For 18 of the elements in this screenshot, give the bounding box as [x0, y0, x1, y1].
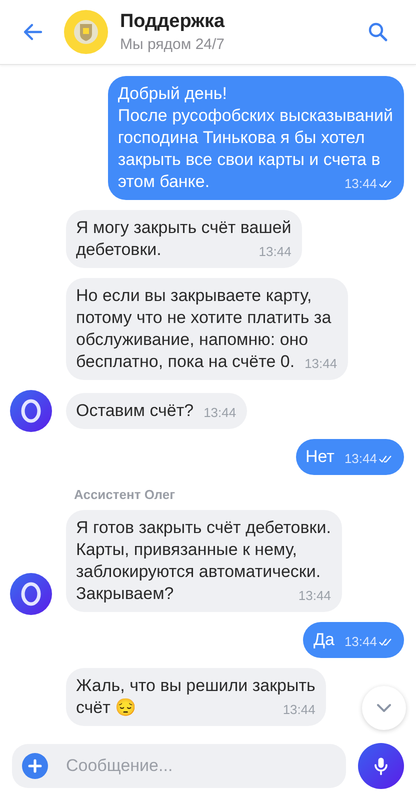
- add-attachment-icon[interactable]: [22, 753, 48, 779]
- chevron-down-icon: [376, 703, 392, 713]
- shield-logo-icon: [64, 10, 108, 54]
- sent-message: Нет 13:44: [296, 439, 404, 475]
- message-input-field[interactable]: Сообщение...: [64, 755, 308, 777]
- sender-name: Ассистент Олег: [74, 487, 176, 502]
- search-icon[interactable]: [366, 20, 390, 44]
- message-field[interactable]: Сообщение...: [12, 744, 346, 788]
- sent-message: Добрый день! После русофобских высказываний господина Тинькова я бы хотел закрыть все свои карты и счета в этом банке. 13:44: [108, 76, 404, 200]
- received-message: Я могу закрыть счёт вашей дебетовки. 13:44: [66, 210, 302, 268]
- received-message: Жаль, что вы решили закрыть счёт 😔 13:44: [66, 668, 326, 726]
- received-message: Но если вы закрываете карту, потому что не хотите платить за обслуживание, напомню: оно бесплатно, пока на счёте 0. 13:44: [66, 278, 348, 380]
- chat-title: Поддержка: [120, 11, 226, 33]
- received-message: Оставим счёт? 13:44: [66, 393, 248, 429]
- sent-message: Да 13:44: [303, 622, 404, 658]
- received-message: Я готов закрыть счёт дебетовки. Карты, привязанные к нему, заблокируются автоматически. Закрываем? 13:44: [66, 510, 342, 612]
- chat-subtitle: Мы рядом 24/7: [120, 36, 226, 53]
- microphone-button[interactable]: [358, 743, 404, 789]
